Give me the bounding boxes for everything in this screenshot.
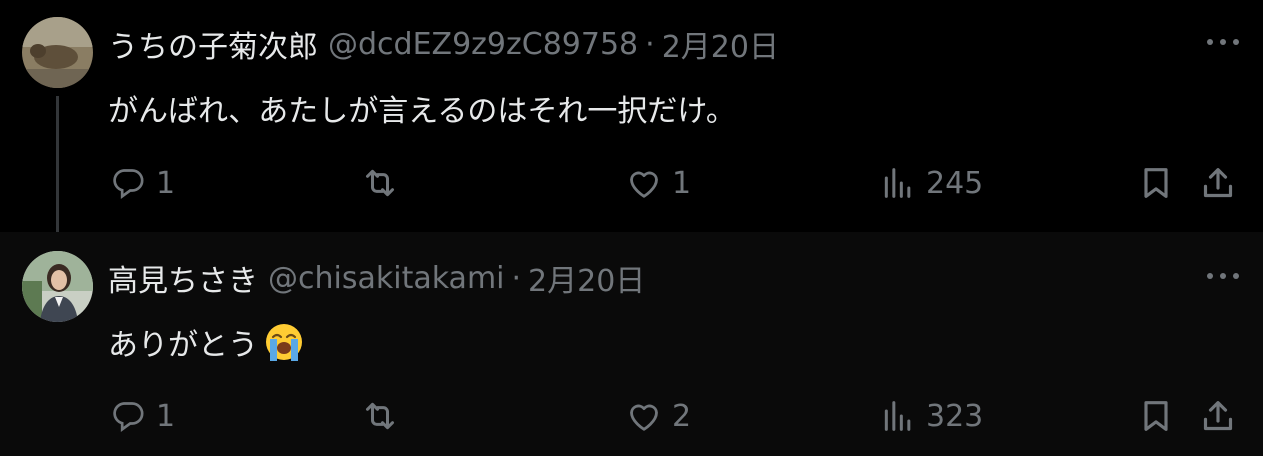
tweet-text: がんばれ、あたしが言えるのはそれ一択だけ。 [108, 86, 736, 130]
retweet-icon [366, 169, 394, 197]
view-count: 245 [926, 165, 984, 201]
reply-count: 1 [156, 165, 176, 201]
share-button[interactable] [1198, 394, 1238, 438]
retweet-button[interactable] [360, 161, 408, 205]
tweet-date[interactable]: 2月20日 [528, 256, 645, 300]
more-icon[interactable] [1207, 32, 1239, 52]
views-icon [884, 168, 911, 198]
user-handle[interactable]: @chisakitakami [268, 261, 505, 296]
like-count: 1 [672, 165, 692, 201]
share-icon [1203, 401, 1233, 431]
tweet-text-content: がんばれ、あたしが言えるのはそれ一択だけ。 [108, 94, 736, 129]
retweet-button[interactable] [360, 394, 408, 438]
reply-icon [113, 169, 144, 199]
reply-count: 1 [156, 398, 176, 434]
bookmark-button[interactable] [1136, 161, 1176, 205]
share-icon [1203, 168, 1233, 198]
display-name[interactable]: 高見ちさき [108, 256, 258, 300]
separator-dot: · [645, 26, 655, 62]
like-icon [630, 404, 658, 431]
tweet-header: 高見ちさき @chisakitakami · 2月20日 [108, 256, 645, 300]
tweet-text: ありがとう [108, 320, 306, 364]
user-handle[interactable]: @dcdEZ9z9zC89758 [328, 27, 638, 62]
views-icon [884, 401, 911, 431]
bookmark-button[interactable] [1136, 394, 1176, 438]
reply-button[interactable]: 1 [108, 161, 175, 205]
tweet[interactable]: 高見ちさき @chisakitakami · 2月20日 ありがとう 1 2 3… [0, 232, 1263, 456]
views-button[interactable]: 323 [878, 394, 983, 438]
retweet-icon [366, 402, 394, 430]
display-name[interactable]: うちの子菊次郎 [108, 22, 318, 66]
tweet[interactable]: うちの子菊次郎 @dcdEZ9z9zC89758 · 2月20日 がんばれ、あた… [0, 0, 1263, 232]
reply-button[interactable]: 1 [108, 394, 175, 438]
view-count: 323 [926, 398, 984, 434]
reply-icon [113, 402, 144, 432]
avatar[interactable] [22, 17, 93, 88]
tweet-header: うちの子菊次郎 @dcdEZ9z9zC89758 · 2月20日 [108, 22, 779, 66]
action-bar: 1 1 245 [108, 161, 1241, 205]
thread-connector-line [56, 96, 59, 246]
tweet-date[interactable]: 2月20日 [662, 22, 779, 66]
bookmark-icon [1144, 168, 1168, 198]
loudly-crying-face-icon [266, 324, 302, 361]
more-icon[interactable] [1207, 266, 1239, 286]
like-button[interactable]: 1 [624, 161, 691, 205]
avatar[interactable] [22, 251, 93, 322]
views-button[interactable]: 245 [878, 161, 983, 205]
like-count: 2 [672, 398, 692, 434]
like-button[interactable]: 2 [624, 394, 691, 438]
tweet-text-content: ありがとう [108, 328, 258, 363]
share-button[interactable] [1198, 161, 1238, 205]
separator-dot: · [511, 260, 522, 296]
action-bar: 1 2 323 [108, 394, 1241, 438]
bookmark-icon [1144, 401, 1168, 431]
like-icon [630, 171, 658, 198]
